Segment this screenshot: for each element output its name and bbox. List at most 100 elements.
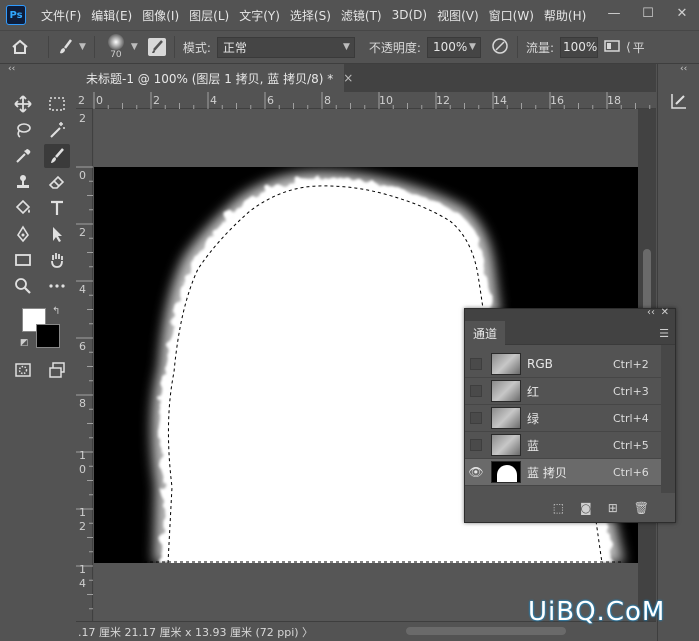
rectangle-tool-icon[interactable] [10, 248, 36, 272]
menu-help[interactable]: 帮助(H) [539, 7, 591, 24]
menu-image[interactable]: 图像(I) [137, 7, 184, 24]
minimize-button[interactable]: — [597, 0, 631, 26]
brush-size-picker[interactable]: 70 [103, 34, 129, 60]
close-button[interactable]: ✕ [665, 0, 699, 26]
visibility-toggle[interactable]: 👁 [465, 459, 487, 486]
visibility-toggle[interactable] [465, 405, 487, 432]
lasso-tool-icon[interactable] [10, 118, 36, 142]
eye-icon: 👁 [468, 465, 484, 479]
pressure-opacity-icon[interactable] [491, 37, 509, 58]
ruler-label: 1 [79, 449, 86, 462]
separator [516, 36, 518, 58]
mode-select[interactable]: 正常 ▼ [216, 36, 355, 58]
menu-layer[interactable]: 图层(L) [184, 7, 234, 24]
brush-settings-panel-icon[interactable] [147, 38, 166, 56]
paint-bucket-tool-icon[interactable] [10, 196, 36, 220]
menu-select[interactable]: 选择(S) [285, 7, 336, 24]
flow-input[interactable]: 100% [559, 36, 598, 58]
marquee-tool-icon[interactable] [44, 92, 70, 116]
opacity-input[interactable]: 100% ▼ [426, 36, 481, 58]
menu-3d[interactable]: 3D(D) [387, 8, 432, 22]
close-tab-icon[interactable]: × [343, 71, 353, 85]
move-tool-icon[interactable] [10, 92, 36, 116]
hand-tool-icon[interactable] [44, 248, 70, 272]
menu-type[interactable]: 文字(Y) [234, 7, 285, 24]
path-selection-tool-icon[interactable] [44, 222, 70, 246]
eraser-tool-icon[interactable] [44, 170, 70, 194]
save-selection-icon[interactable]: ◙ [580, 501, 592, 515]
photoshop-logo[interactable]: Ps [6, 5, 26, 25]
panel-menu-icon[interactable]: ☰ [659, 327, 669, 340]
channel-name: RGB [527, 357, 553, 371]
brush-tool-preset[interactable]: ▼ [57, 38, 86, 56]
ruler-label: 2 [79, 226, 86, 239]
menu-filter[interactable]: 滤镜(T) [336, 7, 387, 24]
default-colors-icon[interactable]: ◩ [20, 338, 29, 348]
swap-colors-icon[interactable]: ↰ [52, 306, 60, 317]
load-selection-icon[interactable]: ⬚ [553, 501, 564, 515]
panel-scrollbar[interactable] [661, 345, 675, 493]
pen-tool-icon[interactable] [10, 222, 36, 246]
ruler-label: 0 [96, 94, 103, 107]
ruler-label: 14 [493, 94, 507, 107]
background-color-swatch[interactable] [36, 324, 60, 348]
screen-mode-icon[interactable] [44, 358, 70, 382]
ruler-label: 6 [79, 340, 86, 353]
ruler-label: 8 [79, 397, 86, 410]
channel-thumbnail [491, 353, 521, 375]
trash-icon[interactable]: 🗑 [634, 501, 649, 515]
ruler-label: 4 [210, 94, 217, 107]
tools-panel: ↰ ◩ [8, 84, 72, 384]
watermark-logo: UiBQ.CoM [528, 597, 666, 627]
visibility-toggle[interactable] [465, 351, 487, 378]
smoothing-icon[interactable]: ⟨ [626, 40, 631, 54]
ruler-ticks [93, 92, 651, 109]
home-icon[interactable] [0, 38, 40, 56]
channel-row-blue-copy[interactable]: 👁 蓝 拷贝 Ctrl+6 [465, 459, 661, 486]
magic-wand-tool-icon[interactable] [44, 118, 70, 142]
close-panel-icon[interactable]: ✕ [661, 307, 669, 318]
chevron-down-icon: ▼ [342, 41, 350, 52]
more-tools-icon[interactable] [44, 274, 70, 298]
document-info-text[interactable]: .17 厘米 21.17 厘米 x 13.93 厘米 (72 ppi) 〉 [76, 624, 313, 640]
collapse-panel-icon[interactable]: ‹‹ [647, 307, 655, 318]
horizontal-scrollbar-thumb[interactable] [406, 627, 566, 635]
channel-row-rgb[interactable]: RGB Ctrl+2 [465, 351, 661, 378]
channel-name: 绿 [527, 411, 540, 426]
visibility-toggle[interactable] [465, 432, 487, 459]
collapse-toolbar-icon[interactable]: ‹‹ [8, 64, 15, 74]
toolbar-header: ‹‹ [0, 64, 76, 78]
channel-row-blue[interactable]: 蓝 Ctrl+5 [465, 432, 661, 459]
maximize-button[interactable]: ☐ [631, 0, 665, 26]
menu-file[interactable]: 文件(F) [36, 7, 86, 24]
visibility-toggle[interactable] [465, 378, 487, 405]
brush-size-value: 70 [110, 50, 122, 60]
tab-channels[interactable]: 通道 [465, 321, 505, 345]
horizontal-ruler[interactable]: 2 0 2 4 6 8 10 12 14 16 18 [76, 92, 656, 109]
channel-row-red[interactable]: 红 Ctrl+3 [465, 378, 661, 405]
eyedropper-tool-icon[interactable] [10, 144, 36, 168]
chevron-down-icon[interactable]: ▼ [131, 42, 138, 52]
zoom-tool-icon[interactable] [10, 274, 36, 298]
menu-window[interactable]: 窗口(W) [484, 7, 539, 24]
collapse-dock-icon[interactable]: ‹‹ [680, 64, 687, 74]
new-channel-icon[interactable]: ⊞ [608, 501, 618, 515]
brush-tool-icon[interactable] [44, 144, 70, 168]
menu-view[interactable]: 视图(V) [432, 7, 484, 24]
clone-stamp-tool-icon[interactable] [10, 170, 36, 194]
type-tool-icon[interactable] [44, 196, 70, 220]
quick-mask-icon[interactable] [10, 358, 36, 382]
airbrush-icon[interactable] [604, 39, 620, 56]
document-tab[interactable]: 未标题-1 @ 100% (图层 1 拷贝, 蓝 拷贝/8) * × [76, 64, 353, 92]
document-tab-title: 未标题-1 @ 100% (图层 1 拷贝, 蓝 拷贝/8) * [86, 71, 334, 86]
channel-row-green[interactable]: 绿 Ctrl+4 [465, 405, 661, 432]
ruler-label: 8 [324, 94, 331, 107]
panel-header: ‹‹ ✕ [465, 307, 675, 321]
channel-thumbnail [491, 434, 521, 456]
channel-shortcut: Ctrl+2 [613, 357, 649, 371]
vertical-ruler[interactable]: 2 0 2 4 6 8 1 0 1 2 1 4 [76, 109, 93, 621]
ruler-label: 16 [550, 94, 564, 107]
menu-edit[interactable]: 编辑(E) [86, 7, 137, 24]
properties-panel-icon[interactable] [668, 90, 690, 112]
ruler-label: 2 [79, 112, 86, 125]
